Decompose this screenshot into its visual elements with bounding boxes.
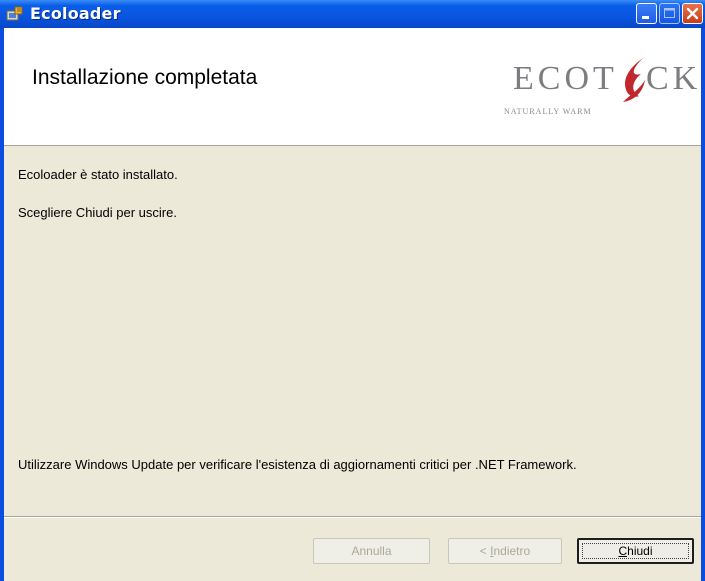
logo-text-left: ECOT <box>513 60 618 97</box>
exit-instruction: Scegliere Chiudi per uscire. <box>18 205 177 220</box>
close-button[interactable] <box>682 3 703 24</box>
window-title: Ecoloader <box>30 4 121 23</box>
maximize-button <box>659 3 680 24</box>
windows-update-note: Utilizzare Windows Update per verificare… <box>18 457 577 472</box>
logo-flame-icon <box>623 58 645 102</box>
close-icon <box>686 7 699 20</box>
installed-message: Ecoloader è stato installato. <box>18 167 178 182</box>
back-button-prefix: < <box>479 544 491 558</box>
minimize-button[interactable] <box>636 3 657 24</box>
dialog-client-area: Installazione completata ECOT CK NATURAL… <box>4 28 701 581</box>
close-dialog-button[interactable]: Chiudi <box>577 538 694 564</box>
installer-window: Ecoloader Installazione completata ECOT <box>0 0 705 581</box>
back-button[interactable]: < Indietro <box>448 538 562 564</box>
title-bar[interactable]: Ecoloader <box>0 0 705 28</box>
dialog-header: Installazione completata ECOT CK NATURAL… <box>4 28 701 146</box>
ecotock-logo: ECOT CK NATURALLY WARM <box>476 52 701 134</box>
back-button-label: ndietro <box>493 544 531 558</box>
cancel-button-label: Annulla <box>351 544 392 558</box>
cancel-button[interactable]: Annulla <box>313 538 430 564</box>
minimize-icon <box>642 16 649 19</box>
logo-tagline: NATURALLY WARM <box>504 107 592 116</box>
page-title: Installazione completata <box>32 66 258 89</box>
logo-text-right: CK <box>646 60 702 97</box>
focus-rectangle <box>582 543 689 559</box>
installer-icon <box>6 6 24 22</box>
maximize-icon <box>664 8 675 18</box>
footer-divider <box>4 516 701 518</box>
